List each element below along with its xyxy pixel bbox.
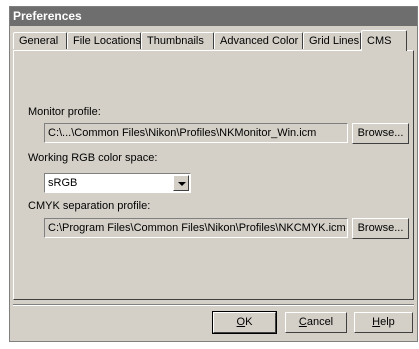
cmyk-browse-button[interactable]: Browse... — [352, 218, 409, 239]
help-accel: H — [372, 316, 381, 328]
footer-divider — [13, 304, 414, 306]
chevron-down-icon — [178, 182, 186, 186]
title-bar: Preferences — [10, 7, 417, 26]
tab-thumbnails[interactable]: Thumbnails — [141, 32, 214, 49]
tab-general[interactable]: General — [13, 32, 67, 49]
help-rest: elp — [380, 316, 395, 328]
monitor-browse-button[interactable]: Browse... — [352, 123, 409, 144]
cancel-button[interactable]: Cancel — [285, 312, 347, 333]
working-rgb-label: Working RGB color space: — [28, 152, 158, 164]
ok-rest: K — [245, 316, 253, 328]
dropdown-button[interactable] — [173, 175, 189, 191]
working-rgb-select[interactable]: sRGB — [44, 173, 191, 193]
ok-accel: O — [236, 316, 246, 328]
working-rgb-value: sRGB — [48, 177, 78, 189]
preferences-dialog: Preferences General File Locations Thumb… — [9, 6, 418, 342]
monitor-profile-field: C:\...\Common Files\Nikon\Profiles\NKMon… — [44, 123, 348, 143]
tab-file-locations[interactable]: File Locations — [67, 32, 141, 49]
monitor-profile-label: Monitor profile: — [28, 106, 101, 118]
ok-button[interactable]: OK — [212, 311, 277, 334]
tab-grid-lines[interactable]: Grid Lines — [303, 32, 361, 49]
cms-panel: Monitor profile: C:\...\Common Files\Nik… — [13, 50, 414, 300]
help-button[interactable]: Help — [354, 312, 413, 333]
cancel-accel: C — [298, 316, 307, 328]
tab-advanced-color[interactable]: Advanced Color — [214, 32, 303, 49]
cmyk-profile-label: CMYK separation profile: — [28, 200, 151, 212]
cmyk-profile-field: C:\Program Files\Common Files\Nikon\Prof… — [44, 218, 348, 238]
tab-cms[interactable]: CMS — [361, 30, 407, 51]
cancel-rest: ancel — [306, 316, 334, 328]
